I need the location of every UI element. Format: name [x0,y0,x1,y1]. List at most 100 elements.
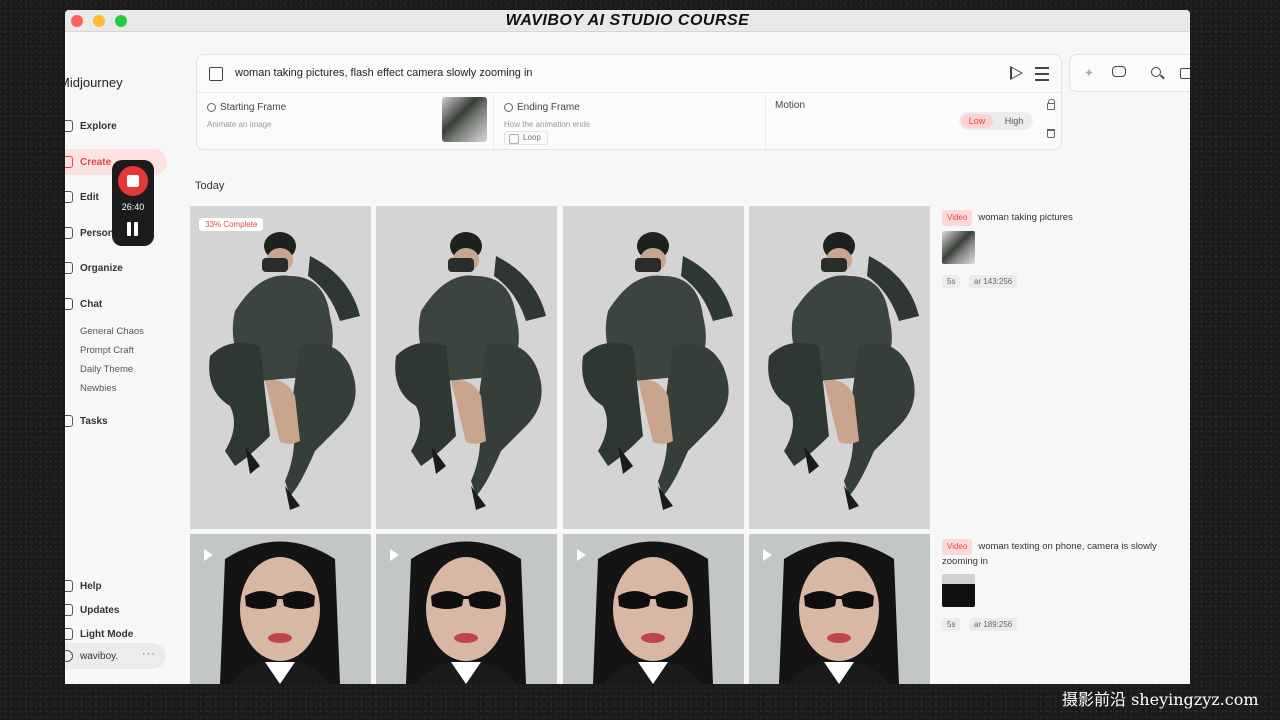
film-icon[interactable] [209,67,223,81]
brush-icon [65,156,73,168]
sun-icon [65,628,73,640]
stop-recording-button[interactable] [118,166,148,196]
user-account[interactable]: waviboy. ··· [65,643,166,669]
loop-checkbox[interactable]: Loop [504,131,548,145]
prompt-input[interactable]: woman taking pictures, flash effect came… [235,67,533,79]
user-menu-icon[interactable]: ··· [142,648,156,660]
trash-icon[interactable] [1047,129,1055,138]
gallery-tile[interactable] [749,534,930,684]
sidebar-item-chat[interactable]: Chat [65,291,102,317]
sidebar-item-organize[interactable]: Organize [65,255,123,281]
ending-frame-title: Ending Frame [504,102,580,113]
watermark: 摄影前沿 sheyingzyz.com [1062,690,1259,709]
bell-icon [65,604,73,616]
job-prompt[interactable]: woman texting on phone, camera is slowly… [942,541,1157,567]
sparkle-icon[interactable]: ✦ [1082,66,1096,80]
job-header: Video woman taking pictures [942,210,1187,226]
brand-logo[interactable]: Midjourney [65,75,123,90]
sidebar-item-label: Explore [80,120,117,132]
motion-panel: Motion Low High [766,93,1062,150]
chat-room-general-chaos[interactable]: General Chaos [80,326,144,337]
sidebar-item-label: Create [80,156,112,168]
ending-frame-panel[interactable]: Ending Frame How the animation ends Loop [494,93,766,150]
gallery-tile[interactable] [563,206,744,529]
section-heading-today: Today [195,180,225,192]
compass-icon [65,120,73,132]
gallery-tile[interactable] [563,534,744,684]
chat-bubble-icon[interactable] [1112,66,1126,77]
help-icon [65,580,73,592]
chat-room-daily-theme[interactable]: Daily Theme [80,364,133,375]
course-title: WAVIBOY AI STUDIO COURSE [505,12,750,29]
gallery-tile[interactable] [376,206,557,529]
app-window: WAVIBOY AI STUDIO COURSE Midjourney Expl… [65,10,1190,684]
image-woman-sunglasses [406,541,526,684]
sidebar-item-label: Light Mode [80,628,134,640]
sidebar-item-edit[interactable]: Edit [65,184,99,210]
gallery-tile[interactable] [190,534,371,684]
send-icon[interactable] [1010,66,1023,80]
sidebar-item-updates[interactable]: Updates [65,597,119,623]
video-tag: Video [942,539,973,555]
image-woman-taking-pictures [768,232,919,510]
folder-icon [65,262,73,274]
chat-room-prompt-craft[interactable]: Prompt Craft [80,345,134,356]
motion-toggle: Low High [959,112,1033,130]
play-icon[interactable] [577,549,586,561]
duration-chip: 5s [942,618,961,631]
image-woman-taking-pictures [582,232,733,510]
aspect-ratio-chip: ar 143:256 [969,275,1018,288]
play-icon[interactable] [204,549,213,561]
settings-sliders-icon[interactable] [1035,67,1049,81]
chat-room-newbies[interactable]: Newbies [80,383,116,394]
sidebar-item-label: Help [80,580,102,592]
job-header: Video woman texting on phone, camera is s… [942,539,1187,569]
job-prompt[interactable]: woman taking pictures [978,212,1073,223]
starting-frame-panel[interactable]: Starting Frame Animate an image [197,93,494,150]
starting-frame-subtitle: Animate an image [207,120,272,129]
gallery-tile[interactable]: 33% Complete [190,206,371,529]
sidebar-item-tasks[interactable]: Tasks [65,408,108,434]
play-circle-icon [207,103,216,112]
gallery-tile[interactable] [749,206,930,529]
motion-high-button[interactable]: High [997,114,1031,128]
job-source-thumbnail[interactable] [942,231,975,264]
pause-icon[interactable] [127,222,139,236]
sidebar-item-label: Organize [80,262,123,274]
chat-icon [65,298,73,310]
lock-icon[interactable] [1047,99,1055,110]
ending-frame-label: Ending Frame [517,102,580,113]
play-icon[interactable] [390,549,399,561]
search-icon[interactable] [1150,66,1164,80]
screen-recorder: 26:40 [112,160,154,246]
person-icon [65,227,73,239]
prompt-bar: woman taking pictures, flash effect came… [197,55,1061,93]
prompt-panel: woman taking pictures, flash effect came… [196,54,1062,150]
duration-chip: 5s [942,275,961,288]
play-circle-icon [504,103,513,112]
ending-frame-subtitle: How the animation ends [504,120,590,129]
aspect-ratio-chip: ar 189:256 [969,618,1018,631]
folder-icon[interactable] [1180,68,1190,79]
sidebar-item-label: Chat [80,298,103,310]
starting-frame-label: Starting Frame [220,102,287,113]
top-right-toolbar: ✦ [1069,54,1190,92]
image-woman-sunglasses [779,541,899,684]
image-woman-sunglasses [220,541,340,684]
play-icon[interactable] [763,549,772,561]
sidebar-item-label: Tasks [80,415,108,427]
tasks-icon [65,415,73,427]
motion-low-button[interactable]: Low [961,114,993,128]
edit-icon [65,191,73,203]
image-woman-sunglasses [593,541,713,684]
image-woman-taking-pictures [209,232,360,510]
sidebar-item-label: Updates [80,604,120,616]
gallery-tile[interactable] [376,534,557,684]
job-info-2: Video woman texting on phone, camera is s… [942,539,1187,631]
starting-frame-thumbnail[interactable] [442,97,487,142]
job-source-thumbnail[interactable] [942,574,975,607]
sidebar-item-help[interactable]: Help [65,573,102,599]
image-woman-taking-pictures [395,232,546,510]
sidebar-item-explore[interactable]: Explore [65,113,117,139]
video-tag: Video [942,210,973,226]
